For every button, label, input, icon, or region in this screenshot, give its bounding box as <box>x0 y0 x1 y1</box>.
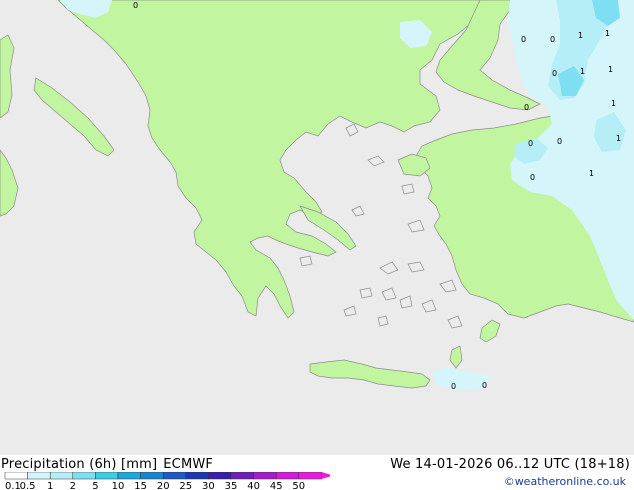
color-scale: 0.10.5 1 2 5 10 15 20 25 30 35 40 45 50 <box>4 472 330 490</box>
precip-value: 0 <box>557 137 562 146</box>
precip-value: 0 <box>530 173 535 182</box>
precip-value: 1 <box>611 99 616 108</box>
legend-swatch <box>208 472 232 480</box>
precip-value: 0 <box>552 69 557 78</box>
precip-value: 0 <box>482 381 487 390</box>
legend-value: 2 <box>70 481 76 490</box>
legend-value: 45 <box>270 481 283 490</box>
legend-swatch <box>27 472 51 480</box>
legend-value: 0.5 <box>20 481 36 490</box>
legend-value: 50 <box>292 481 305 490</box>
precip-value: 1 <box>589 169 594 178</box>
legend-arrow <box>321 472 330 479</box>
legend-swatch <box>275 472 300 480</box>
precip-value: 0 <box>451 382 456 391</box>
legend-swatch <box>72 472 96 480</box>
legend-swatch <box>298 472 322 480</box>
precip-value: 1 <box>578 31 583 40</box>
legend-swatch <box>185 472 209 480</box>
legend-value: 40 <box>247 481 260 490</box>
precip-value: 1 <box>616 134 621 143</box>
model-name: ECMWF <box>163 457 214 472</box>
precip-value: 0 <box>550 35 555 44</box>
precip-value: 0 <box>528 139 533 148</box>
product-name: Precipitation (6h) [mm] <box>1 457 158 472</box>
precip-value: 1 <box>605 29 610 38</box>
legend-value: 35 <box>225 481 238 490</box>
legend-value: 20 <box>157 481 170 490</box>
precipitation-map: 0 0 1 1 0 0 1 1 0 1 0 0 1 0 1 0 0 <box>0 0 634 455</box>
legend-swatch <box>117 472 141 480</box>
legend-swatch <box>230 472 254 480</box>
legend-value: 15 <box>134 481 147 490</box>
legend-value: 1 <box>47 481 53 490</box>
footer-bar: Precipitation (6h) [mm] ECMWF We 14-01-20… <box>0 455 634 490</box>
legend-swatch <box>95 472 119 480</box>
precip-value: 1 <box>608 65 613 74</box>
legend-value: 0.1 <box>5 481 21 490</box>
precip-value: 0 <box>133 1 138 10</box>
legend-value: 10 <box>112 481 125 490</box>
legend-swatch <box>162 472 187 480</box>
legend-swatch <box>140 472 164 480</box>
legend-swatch <box>49 472 74 480</box>
precip-value: 0 <box>521 35 526 44</box>
legend-swatch <box>4 472 28 480</box>
legend-swatch <box>253 472 277 480</box>
legend-value: 5 <box>92 481 98 490</box>
legend-value: 30 <box>202 481 215 490</box>
precip-value: 1 <box>580 67 585 76</box>
map-title: Precipitation (6h) [mm] ECMWF <box>1 457 219 472</box>
valid-time: We 14-01-2026 06..12 UTC (18+18) <box>390 457 630 472</box>
legend-value: 25 <box>179 481 192 490</box>
copyright-link[interactable]: ©weatheronline.co.uk <box>504 475 626 488</box>
precip-value: 0 <box>524 103 529 112</box>
